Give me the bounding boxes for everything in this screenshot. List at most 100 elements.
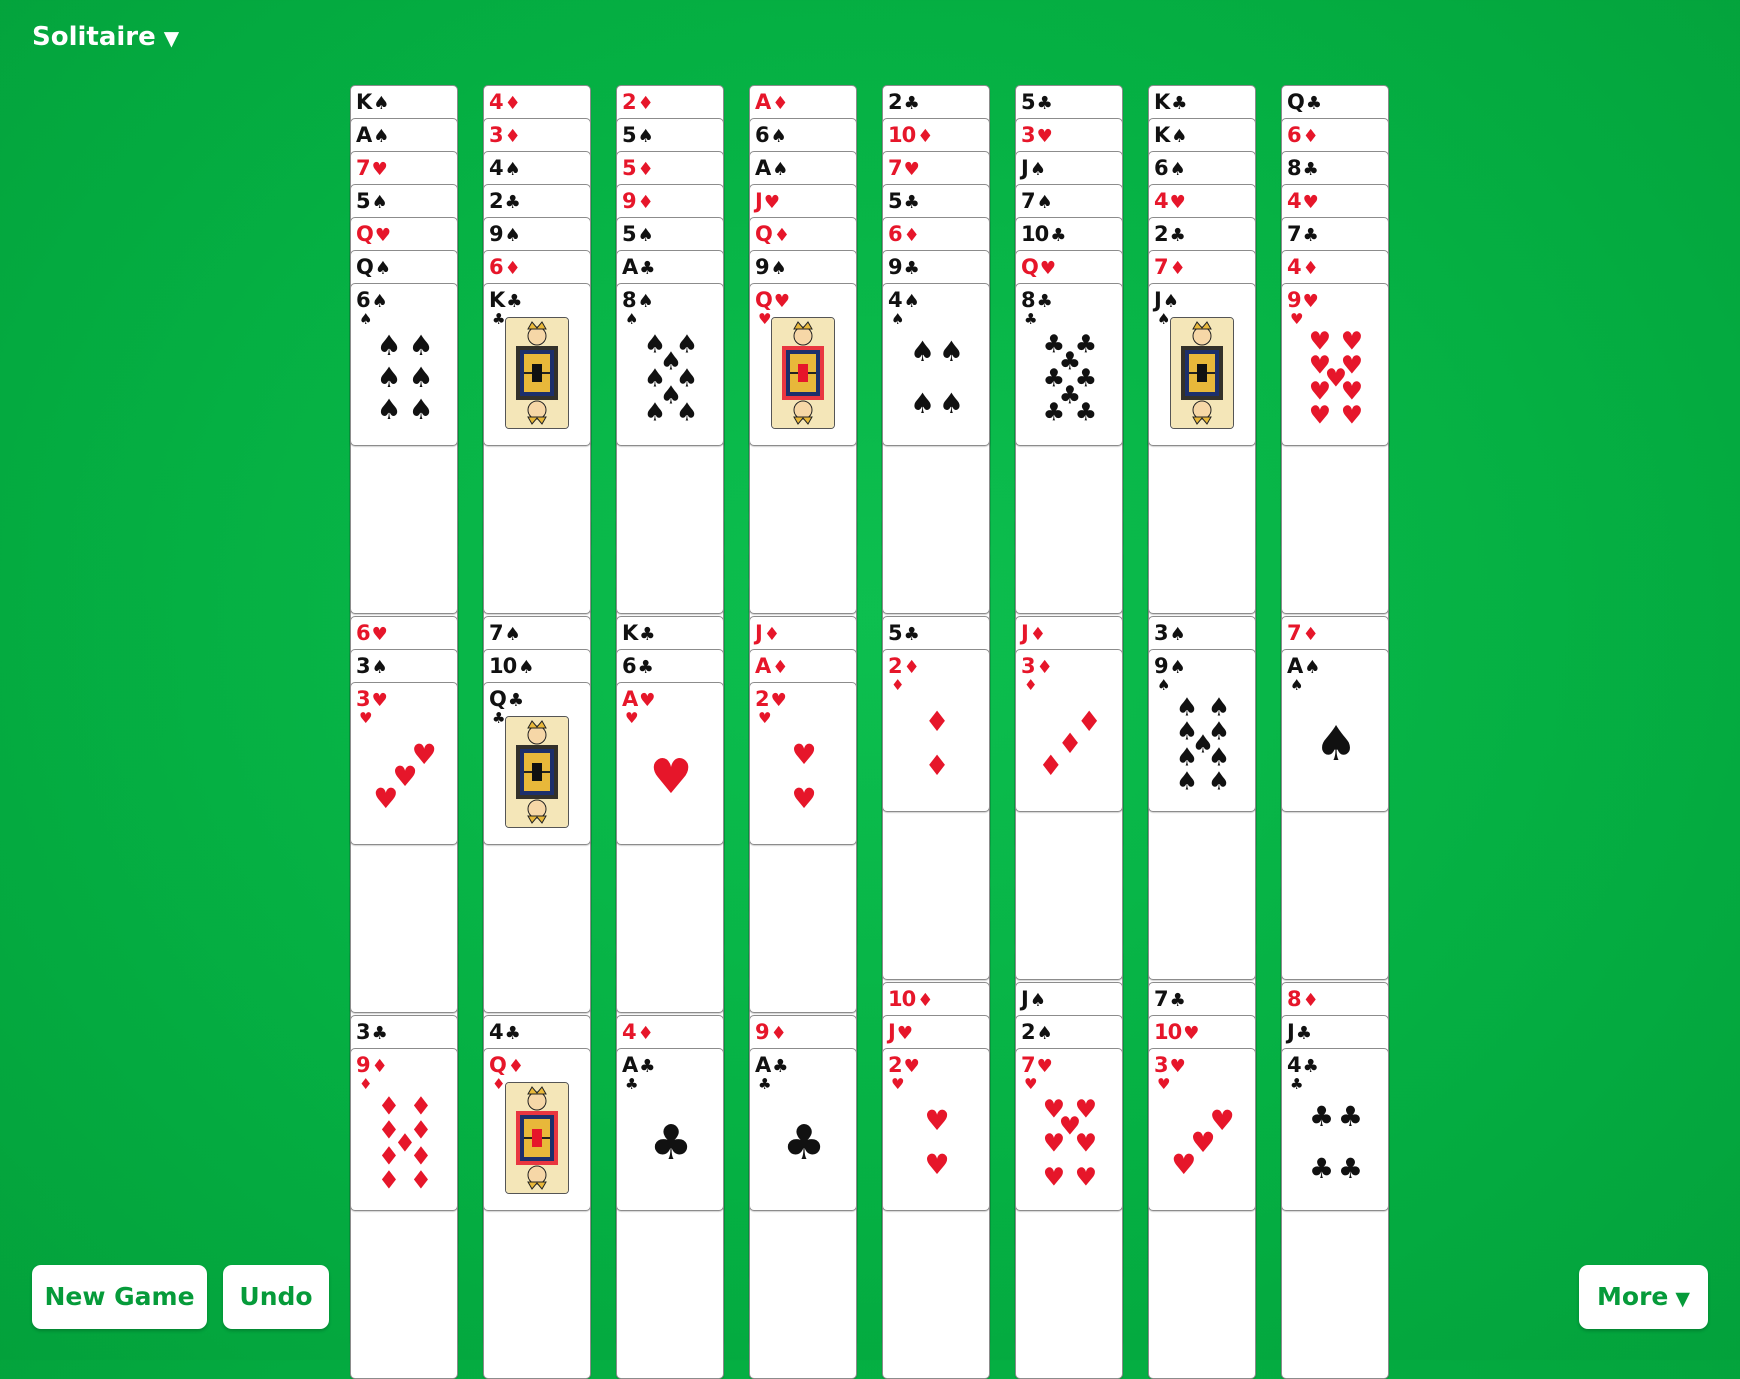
rank-label: 2 (1021, 1020, 1036, 1044)
rank-label: 7 (888, 156, 903, 180)
rank-label: 4 (888, 288, 903, 312)
rank-label: A (755, 156, 771, 180)
card-rank: 2♦ (622, 89, 654, 117)
rank-label: 9 (1154, 654, 1169, 678)
diamond-icon: ♦ (1036, 657, 1053, 678)
card[interactable]: 8 ♠ ♠ ♠ ♠ ♠ ♠ ♠ ♠ ♠ ♠ (616, 283, 724, 446)
card[interactable]: 9 ♠ ♠ ♠ ♠ ♠ ♠ ♠ ♠ ♠ ♠ ♠ (1148, 649, 1256, 812)
rank-label: J (755, 189, 763, 213)
card[interactable]: 3 ♥ ♥ ♥ ♥ ♥ (1148, 1048, 1256, 1211)
new-game-button[interactable]: New Game (32, 1265, 207, 1329)
card[interactable]: 3 ♥ ♥ ♥ ♥ ♥ (350, 682, 458, 845)
spade-icon: ♠ (408, 361, 434, 394)
heart-icon: ♥ (625, 709, 639, 727)
card-rank: 3♣ (356, 1019, 388, 1047)
card[interactable]: 8 ♣ ♣ ♣ ♣ ♣ ♣ ♣ ♣ ♣ ♣ (1015, 283, 1123, 446)
card[interactable]: 2 ♥ ♥ ♥ ♥ (749, 682, 857, 845)
card[interactable]: A ♠ ♠ ♠ (1281, 649, 1389, 812)
diamond-icon: ♦ (637, 159, 654, 180)
club-icon: ♣ (1074, 397, 1098, 427)
card[interactable]: 6 ♠ ♠ ♠ ♠ ♠ ♠ ♠ ♠ (350, 283, 458, 446)
card-rank: J♣ (1287, 1019, 1312, 1047)
rank-label: 2 (489, 189, 504, 213)
card[interactable]: 9 ♥ ♥ ♥ ♥ ♥ ♥ ♥ ♥ ♥ ♥ ♥ (1281, 283, 1389, 446)
card[interactable]: 2 ♦ ♦ ♦ ♦ (882, 649, 990, 812)
rank-label: 7 (1154, 255, 1169, 279)
card[interactable]: 2 ♥ ♥ ♥ ♥ (882, 1048, 990, 1211)
card-rank: A ♣ (622, 254, 655, 282)
rank-label: J (1287, 1020, 1295, 1044)
rank-label: J (888, 1020, 896, 1044)
card[interactable]: A ♣ ♣ ♣ (616, 1048, 724, 1211)
heart-icon: ♥ (758, 709, 772, 727)
card[interactable]: J ♠ ♠ (1148, 283, 1256, 446)
card[interactable]: A ♣ ♣ ♣ (749, 1048, 857, 1211)
card[interactable]: A ♥ ♥ ♥ (616, 682, 724, 845)
heart-icon: ♥ (1157, 1075, 1171, 1093)
club-icon: ♣ (492, 310, 506, 328)
card-rank: 4 ♦ (1287, 254, 1319, 282)
card-rank: Q♦ (755, 221, 790, 249)
rank-label: 6 (356, 288, 371, 312)
heart-icon: ♥ (373, 782, 399, 816)
heart-icon: ♥ (791, 782, 817, 816)
rank-label: A (356, 123, 372, 147)
rank-label: A (622, 687, 638, 711)
card-rank: 3 ♥ (1021, 122, 1053, 150)
card[interactable]: K ♣ ♣ (483, 283, 591, 446)
card[interactable]: Q ♦ ♦ (483, 1048, 591, 1211)
card[interactable]: 9 ♦ ♦ ♦ ♦ ♦ ♦ ♦ ♦ ♦ ♦ ♦ (350, 1048, 458, 1211)
spade-icon: ♠ (1304, 657, 1320, 678)
rank-label: 7 (356, 156, 371, 180)
card[interactable]: 4 ♠ ♠ ♠ ♠ ♠ ♠ (882, 283, 990, 446)
card-rank: 10♠ (489, 653, 534, 681)
club-icon: ♣ (1169, 990, 1186, 1011)
spade-icon: ♠ (373, 126, 389, 147)
club-icon: ♣ (649, 1115, 693, 1171)
card-rank: J♥ (888, 1019, 913, 1047)
spade-icon: ♠ (359, 310, 373, 328)
rank-label: 5 (356, 189, 371, 213)
diamond-icon: ♦ (924, 704, 950, 738)
diamond-icon: ♦ (772, 93, 788, 114)
diamond-icon: ♦ (773, 225, 790, 246)
rank-label: 10 (1021, 222, 1049, 246)
spade-icon: ♠ (772, 159, 788, 180)
more-menu-button[interactable]: More ▼ (1579, 1265, 1708, 1329)
card[interactable]: Q ♥ ♥ (749, 283, 857, 446)
rank-label: 5 (888, 621, 903, 645)
spade-icon: ♠ (1207, 766, 1231, 796)
club-icon: ♣ (1309, 1152, 1335, 1186)
diamond-icon: ♦ (763, 624, 780, 645)
club-icon: ♣ (1042, 397, 1066, 427)
rank-label: K (1154, 123, 1170, 147)
spade-icon: ♠ (371, 657, 388, 678)
heart-icon: ♥ (1036, 1056, 1053, 1077)
club-icon: ♣ (782, 1115, 826, 1171)
rank-label: Q (755, 222, 773, 246)
diamond-icon: ♦ (359, 1075, 373, 1093)
card[interactable]: 7 ♥ ♥ ♥ ♥ ♥ ♥ ♥ ♥ ♥ (1015, 1048, 1123, 1211)
card-rank: 5 ♣ (1021, 89, 1053, 117)
spade-icon: ♠ (371, 192, 388, 213)
spade-icon: ♠ (1171, 126, 1187, 147)
undo-button[interactable]: Undo (223, 1265, 329, 1329)
card[interactable]: 4 ♣ ♣ ♣ ♣ ♣ ♣ (1281, 1048, 1389, 1211)
diamond-icon: ♦ (1029, 624, 1046, 645)
club-icon: ♣ (1290, 1075, 1304, 1093)
card-rank: Q ♥ (1021, 254, 1056, 282)
club-icon: ♣ (639, 258, 655, 279)
club-icon: ♣ (1309, 1099, 1335, 1133)
heart-icon: ♥ (1169, 1056, 1186, 1077)
club-icon: ♣ (1302, 225, 1319, 246)
card-rank: 9 ♦ (622, 188, 654, 216)
diamond-icon: ♦ (377, 1165, 401, 1195)
rank-label: 9 (888, 255, 903, 279)
card[interactable]: Q ♣ ♣ (483, 682, 591, 845)
heart-icon: ♥ (1290, 310, 1304, 328)
card-rank: 6 ♠ (755, 122, 787, 150)
club-icon: ♣ (625, 1075, 639, 1093)
card[interactable]: 3 ♦ ♦ ♦ ♦ ♦ (1015, 649, 1123, 812)
rank-label: 5 (622, 156, 637, 180)
rank-label: 4 (1287, 1053, 1302, 1077)
